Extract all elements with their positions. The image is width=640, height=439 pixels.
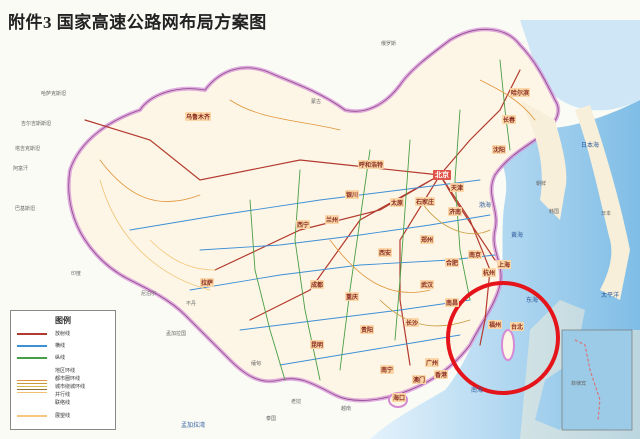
city-label: 重庆 bbox=[345, 292, 360, 301]
country-label: 塔吉克斯坦 bbox=[15, 146, 41, 152]
water-label: 孟加拉湾 bbox=[181, 423, 206, 429]
country-label: 日本 bbox=[601, 211, 612, 217]
city-label: 天津 bbox=[450, 183, 465, 192]
city-label: 成都 bbox=[310, 280, 325, 289]
city-label: 石家庄 bbox=[415, 197, 436, 206]
city-label: 乌鲁木齐 bbox=[185, 112, 212, 121]
city-label: 杭州 bbox=[482, 268, 497, 277]
city-label: 海口 bbox=[392, 393, 407, 402]
city-label: 福州 bbox=[488, 320, 503, 329]
water-label: 日本海 bbox=[581, 143, 600, 149]
water-label: 南海 bbox=[471, 388, 484, 394]
country-label: 菲律宾 bbox=[571, 381, 587, 387]
legend-label: 放射线 bbox=[55, 331, 71, 337]
country-label: 巴基斯坦 bbox=[15, 206, 36, 212]
country-label: 哈萨克斯坦 bbox=[41, 91, 67, 97]
city-label: 拉萨 bbox=[200, 278, 215, 287]
city-label: 广州 bbox=[425, 358, 440, 367]
legend-item-radial: 放射线 bbox=[17, 330, 109, 337]
city-label: 香港 bbox=[434, 370, 449, 379]
country-label: 尼泊尔 bbox=[141, 291, 157, 297]
legend-label: 都市圈环线 bbox=[55, 376, 81, 382]
city-label: 上海 bbox=[497, 260, 512, 269]
water-label: 黄海 bbox=[511, 233, 524, 239]
city-label: 武汉 bbox=[420, 280, 435, 289]
legend-label: 城市绕城环线 bbox=[55, 384, 86, 390]
legend-label: 纵线 bbox=[55, 355, 66, 361]
legend-swatch bbox=[17, 344, 47, 347]
city-label: 沈阳 bbox=[492, 145, 507, 154]
country-label: 吉尔吉斯斯坦 bbox=[21, 121, 52, 127]
water-label: 东海 bbox=[526, 298, 539, 304]
legend-label: 并行线 bbox=[55, 392, 71, 398]
country-label: 孟加拉国 bbox=[166, 331, 187, 337]
city-label: 南京 bbox=[468, 250, 483, 259]
city-label: 西宁 bbox=[296, 220, 311, 229]
city-label: 呼和浩特 bbox=[358, 160, 385, 169]
city-label: 西安 bbox=[378, 248, 393, 257]
legend-label: 联络线 bbox=[55, 400, 71, 406]
country-label: 不丹 bbox=[186, 301, 197, 307]
legend-item-horizontal: 横线 bbox=[17, 342, 109, 349]
country-label: 蒙古 bbox=[311, 99, 322, 105]
city-label: 郑州 bbox=[420, 235, 435, 244]
country-label: 阿富汗 bbox=[13, 166, 29, 172]
water-label: 太平洋 bbox=[601, 293, 620, 299]
city-label: 合肥 bbox=[445, 258, 460, 267]
country-label: 老挝 bbox=[291, 399, 302, 405]
city-label: 银川 bbox=[345, 190, 360, 199]
country-label: 朝鲜 bbox=[536, 181, 547, 187]
water-label: 渤海 bbox=[479, 203, 492, 209]
city-label: 贵阳 bbox=[360, 325, 375, 334]
city-label: 台北 bbox=[510, 322, 525, 331]
city-label: 昆明 bbox=[310, 340, 325, 349]
legend-label: 展望线 bbox=[55, 413, 71, 419]
legend-label: 地区环线 bbox=[55, 368, 76, 374]
city-label: 长春 bbox=[502, 115, 517, 124]
legend-swatch bbox=[17, 414, 47, 417]
legend-item-outlook: 展望线 bbox=[17, 412, 109, 419]
country-label: 缅甸 bbox=[251, 361, 262, 367]
city-label: 太原 bbox=[390, 198, 405, 207]
city-label: 北京 bbox=[433, 170, 451, 180]
legend-swatch bbox=[17, 332, 47, 335]
city-label: 南宁 bbox=[380, 365, 395, 374]
map-page: 附件3 国家高速公路网布局方案图 北京 乌鲁木齐 呼和浩特 银川 兰州 西宁 拉… bbox=[0, 0, 640, 439]
legend-swatch bbox=[17, 356, 47, 359]
city-label: 长沙 bbox=[405, 318, 420, 327]
legend-title: 图例 bbox=[55, 316, 71, 325]
city-label: 澳门 bbox=[412, 375, 427, 384]
legend-label: 横线 bbox=[55, 343, 66, 349]
legend-swatch-group bbox=[17, 378, 47, 395]
legend-item-vertical: 纵线 bbox=[17, 354, 109, 361]
country-label: 印度 bbox=[71, 271, 82, 277]
country-label: 俄罗斯 bbox=[381, 41, 397, 47]
country-label: 泰国 bbox=[266, 416, 277, 422]
taiwan-island bbox=[501, 329, 515, 361]
page-title: 附件3 国家高速公路网布局方案图 bbox=[8, 13, 267, 32]
map-legend: 图例 放射线 横线 纵线 地区环线 都市圈环线 城市绕城环线 并行线 联络线 展… bbox=[10, 310, 116, 430]
country-label: 韩国 bbox=[549, 209, 560, 215]
legend-item-regional: 地区环线 都市圈环线 城市绕城环线 并行线 联络线 bbox=[17, 366, 109, 407]
city-label: 济南 bbox=[448, 207, 463, 216]
city-label: 南昌 bbox=[445, 298, 460, 307]
country-label: 越南 bbox=[341, 406, 352, 412]
city-label: 兰州 bbox=[325, 215, 340, 224]
city-label: 哈尔滨 bbox=[510, 88, 531, 97]
